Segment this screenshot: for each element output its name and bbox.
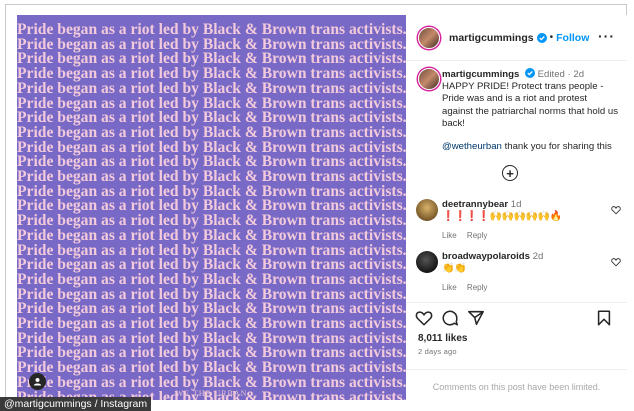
comment-item: broadwaypolaroids 2d 👏👏 Like Reply bbox=[416, 251, 621, 294]
post-header: martigcummings • Follow ··· bbox=[406, 15, 627, 61]
edited-label: Edited bbox=[537, 69, 565, 80]
caption-avatar[interactable] bbox=[418, 68, 440, 90]
comment-like-button[interactable]: Like bbox=[442, 231, 457, 240]
separator-dot: · bbox=[567, 69, 571, 80]
caption-time: 2d bbox=[573, 69, 585, 80]
post-image[interactable]: Pride began as a riot led by Black & Bro… bbox=[17, 15, 406, 400]
plus-icon: + bbox=[506, 165, 514, 181]
comment-bubble-icon[interactable] bbox=[441, 309, 459, 327]
post-side-panel: martigcummings • Follow ··· martigcummin… bbox=[406, 15, 627, 400]
load-more-comments-button[interactable]: + bbox=[502, 165, 518, 181]
post-timestamp: 2 days ago bbox=[418, 347, 457, 356]
caption-text: HAPPY PRIDE! Protect trans people - Prid… bbox=[442, 81, 618, 129]
avatar[interactable] bbox=[418, 26, 440, 49]
tagged-users-button[interactable] bbox=[29, 373, 46, 390]
comment-item: deetrannybear 1d ❗❗❗❗🙌🙌🙌🙌🙌🔥 Like Reply bbox=[416, 199, 621, 242]
comment-text: 👏👏 bbox=[442, 263, 466, 274]
caption-username[interactable]: martigcummings bbox=[442, 69, 519, 80]
comment-username[interactable]: broadwaypolaroids bbox=[442, 251, 530, 262]
more-icon[interactable]: ··· bbox=[598, 29, 615, 43]
share-paper-plane-icon[interactable] bbox=[467, 309, 485, 327]
action-bar bbox=[406, 302, 627, 332]
verified-badge-icon bbox=[536, 32, 547, 43]
heart-icon[interactable] bbox=[611, 257, 621, 267]
follow-button[interactable]: Follow bbox=[556, 32, 589, 44]
mention-text: thank you for sharing this bbox=[504, 141, 612, 153]
comment-text: ❗❗❗❗🙌🙌🙌🙌🙌🔥 bbox=[442, 211, 562, 222]
comment-like-button[interactable]: Like bbox=[442, 283, 457, 292]
comment-avatar[interactable] bbox=[416, 251, 438, 273]
mention-link[interactable]: @wetheurban bbox=[442, 141, 502, 152]
user-icon bbox=[33, 377, 42, 386]
bookmark-icon[interactable] bbox=[595, 309, 613, 327]
heart-icon[interactable] bbox=[611, 205, 621, 215]
image-text-block: Pride began as a riot led by Black & Bro… bbox=[17, 22, 406, 400]
comment-time: 2d bbox=[532, 251, 544, 262]
header-username[interactable]: martigcummings bbox=[449, 32, 534, 44]
image-credit: @martigcummings / Instagram bbox=[0, 397, 152, 411]
comment-reply-button[interactable]: Reply bbox=[467, 231, 487, 240]
comment-time: 1d bbox=[510, 199, 522, 210]
comment-username[interactable]: deetrannybear bbox=[442, 199, 508, 210]
separator-dot: • bbox=[549, 32, 554, 43]
comment-avatar[interactable] bbox=[416, 199, 438, 221]
verified-badge-icon bbox=[524, 68, 535, 78]
post-caption: martigcummings Edited · 2d HAPPY PRIDE! … bbox=[418, 68, 618, 153]
comment-reply-button[interactable]: Reply bbox=[467, 283, 487, 292]
comments-limited-notice: Comments on this post have been limited. bbox=[406, 369, 627, 400]
like-count[interactable]: 8,011 likes bbox=[418, 333, 468, 344]
like-heart-icon[interactable] bbox=[415, 309, 433, 327]
